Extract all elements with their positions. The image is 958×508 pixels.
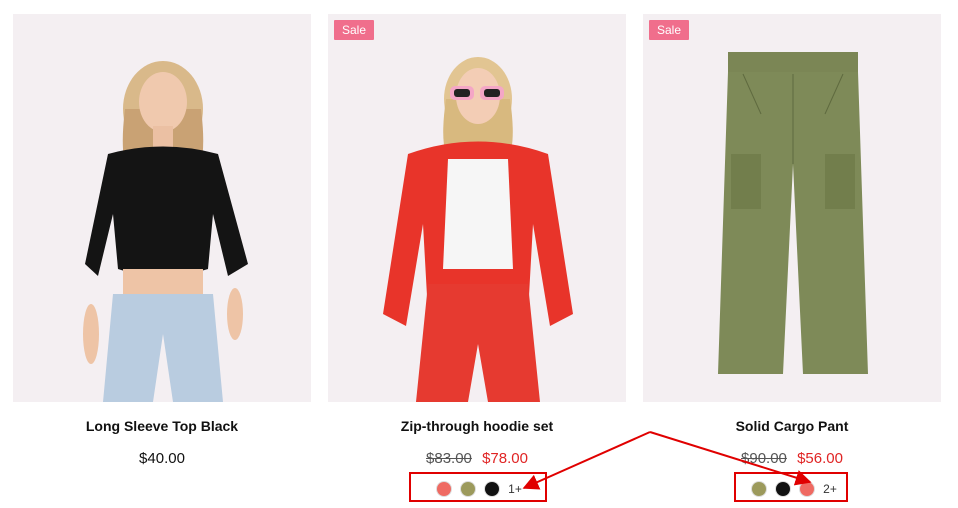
product-title[interactable]: Solid Cargo Pant (643, 418, 941, 434)
annotation-box-right (734, 472, 848, 502)
sale-price: $56.00 (797, 450, 843, 467)
product-card[interactable]: Long Sleeve Top Black $40.00 (13, 14, 311, 467)
price: $40.00 (139, 450, 185, 467)
cargo-pant-image (718, 52, 868, 374)
model-red-hoodie-image (383, 57, 573, 402)
annotation-box-left (409, 472, 547, 502)
original-price: $90.00 (741, 450, 787, 467)
original-price: $83.00 (426, 450, 472, 467)
product-image[interactable] (13, 14, 311, 402)
price-row: $40.00 (13, 450, 311, 467)
product-title[interactable]: Zip-through hoodie set (328, 418, 626, 434)
product-title[interactable]: Long Sleeve Top Black (13, 418, 311, 434)
price-row: $90.00 $56.00 (643, 450, 941, 467)
sale-price: $78.00 (482, 450, 528, 467)
product-image[interactable]: Sale (643, 14, 941, 402)
sale-badge: Sale (334, 20, 375, 40)
product-card[interactable]: Sale Zip-through hoodie set $83.00 $78.0… (328, 14, 626, 496)
price-row: $83.00 $78.00 (328, 450, 626, 467)
model-black-top-image (83, 61, 248, 402)
sale-badge: Sale (649, 20, 690, 40)
product-image[interactable]: Sale (328, 14, 626, 402)
product-card[interactable]: Sale Solid Cargo Pant $90.00 $56.00 2+ (643, 14, 941, 496)
